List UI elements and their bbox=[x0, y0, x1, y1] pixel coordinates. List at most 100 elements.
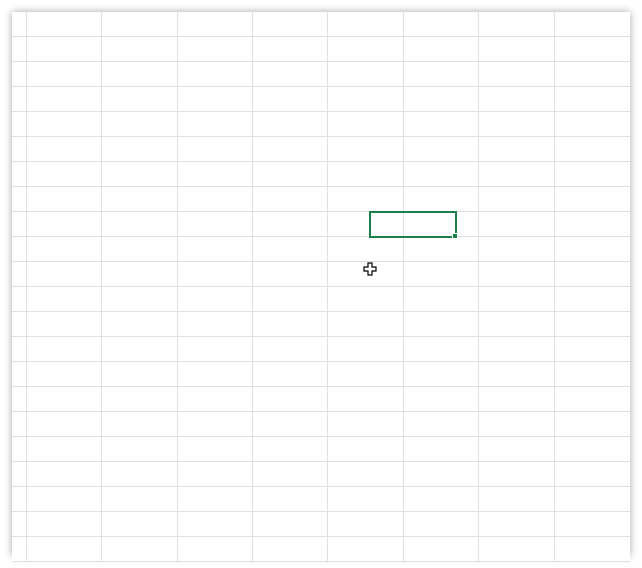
cell[interactable] bbox=[328, 512, 403, 537]
cell[interactable] bbox=[102, 437, 177, 462]
cell[interactable] bbox=[555, 537, 630, 562]
cell[interactable] bbox=[328, 312, 403, 337]
cell[interactable] bbox=[27, 412, 102, 437]
cell[interactable] bbox=[555, 337, 630, 362]
cell[interactable] bbox=[479, 262, 554, 287]
cell[interactable] bbox=[479, 187, 554, 212]
cell[interactable] bbox=[404, 87, 479, 112]
cell[interactable] bbox=[27, 387, 102, 412]
cell[interactable] bbox=[27, 62, 102, 87]
cell[interactable] bbox=[404, 262, 479, 287]
row-stub[interactable] bbox=[12, 12, 27, 37]
cell[interactable] bbox=[178, 487, 253, 512]
cell[interactable] bbox=[253, 137, 328, 162]
cell[interactable] bbox=[27, 37, 102, 62]
cell[interactable] bbox=[328, 237, 403, 262]
cell[interactable] bbox=[27, 512, 102, 537]
cell[interactable] bbox=[102, 512, 177, 537]
cell[interactable] bbox=[178, 62, 253, 87]
row-stub[interactable] bbox=[12, 37, 27, 62]
cell[interactable] bbox=[253, 287, 328, 312]
row-stub[interactable] bbox=[12, 212, 27, 237]
cell-grid[interactable] bbox=[12, 12, 630, 556]
cell[interactable] bbox=[404, 37, 479, 62]
cell[interactable] bbox=[404, 337, 479, 362]
cell[interactable] bbox=[102, 537, 177, 562]
cell[interactable] bbox=[102, 487, 177, 512]
cell[interactable] bbox=[404, 537, 479, 562]
cell[interactable] bbox=[27, 462, 102, 487]
row-stub[interactable] bbox=[12, 412, 27, 437]
cell[interactable] bbox=[479, 337, 554, 362]
cell[interactable] bbox=[253, 362, 328, 387]
cell[interactable] bbox=[102, 137, 177, 162]
cell[interactable] bbox=[253, 237, 328, 262]
cell[interactable] bbox=[178, 462, 253, 487]
cell[interactable] bbox=[178, 87, 253, 112]
cell[interactable] bbox=[479, 462, 554, 487]
cell[interactable] bbox=[555, 412, 630, 437]
cell[interactable] bbox=[479, 37, 554, 62]
row-stub[interactable] bbox=[12, 87, 27, 112]
cell[interactable] bbox=[555, 87, 630, 112]
cell[interactable] bbox=[253, 512, 328, 537]
cell[interactable] bbox=[253, 537, 328, 562]
cell[interactable] bbox=[328, 112, 403, 137]
row-stub[interactable] bbox=[12, 462, 27, 487]
cell[interactable] bbox=[404, 362, 479, 387]
cell[interactable] bbox=[178, 312, 253, 337]
cell[interactable] bbox=[479, 387, 554, 412]
cell[interactable] bbox=[555, 512, 630, 537]
cell[interactable] bbox=[404, 387, 479, 412]
cell[interactable] bbox=[328, 212, 403, 237]
row-stub[interactable] bbox=[12, 137, 27, 162]
cell[interactable] bbox=[555, 162, 630, 187]
cell[interactable] bbox=[479, 512, 554, 537]
cell[interactable] bbox=[479, 87, 554, 112]
cell[interactable] bbox=[27, 12, 102, 37]
cell[interactable] bbox=[178, 537, 253, 562]
cell[interactable] bbox=[328, 412, 403, 437]
cell[interactable] bbox=[27, 112, 102, 137]
cell[interactable] bbox=[555, 112, 630, 137]
cell[interactable] bbox=[102, 262, 177, 287]
cell[interactable] bbox=[102, 387, 177, 412]
cell[interactable] bbox=[253, 487, 328, 512]
cell[interactable] bbox=[27, 137, 102, 162]
cell[interactable] bbox=[328, 387, 403, 412]
cell[interactable] bbox=[178, 162, 253, 187]
cell[interactable] bbox=[253, 337, 328, 362]
cell[interactable] bbox=[253, 437, 328, 462]
cell[interactable] bbox=[178, 187, 253, 212]
cell[interactable] bbox=[102, 312, 177, 337]
cell[interactable] bbox=[27, 362, 102, 387]
cell[interactable] bbox=[328, 137, 403, 162]
cell[interactable] bbox=[555, 387, 630, 412]
cell[interactable] bbox=[479, 487, 554, 512]
cell[interactable] bbox=[253, 412, 328, 437]
row-stub[interactable] bbox=[12, 362, 27, 387]
cell[interactable] bbox=[253, 12, 328, 37]
row-stub[interactable] bbox=[12, 187, 27, 212]
cell[interactable] bbox=[253, 62, 328, 87]
cell[interactable] bbox=[404, 237, 479, 262]
cell[interactable] bbox=[479, 112, 554, 137]
cell[interactable] bbox=[328, 462, 403, 487]
cell[interactable] bbox=[404, 462, 479, 487]
cell[interactable] bbox=[178, 337, 253, 362]
cell[interactable] bbox=[102, 362, 177, 387]
cell[interactable] bbox=[102, 462, 177, 487]
cell[interactable] bbox=[27, 437, 102, 462]
cell[interactable] bbox=[178, 512, 253, 537]
row-stub[interactable] bbox=[12, 162, 27, 187]
cell[interactable] bbox=[404, 287, 479, 312]
cell[interactable] bbox=[479, 537, 554, 562]
cell[interactable] bbox=[328, 87, 403, 112]
row-stub[interactable] bbox=[12, 112, 27, 137]
cell[interactable] bbox=[328, 62, 403, 87]
row-stub[interactable] bbox=[12, 437, 27, 462]
cell[interactable] bbox=[555, 37, 630, 62]
cell[interactable] bbox=[404, 162, 479, 187]
cell[interactable] bbox=[328, 362, 403, 387]
cell[interactable] bbox=[555, 212, 630, 237]
